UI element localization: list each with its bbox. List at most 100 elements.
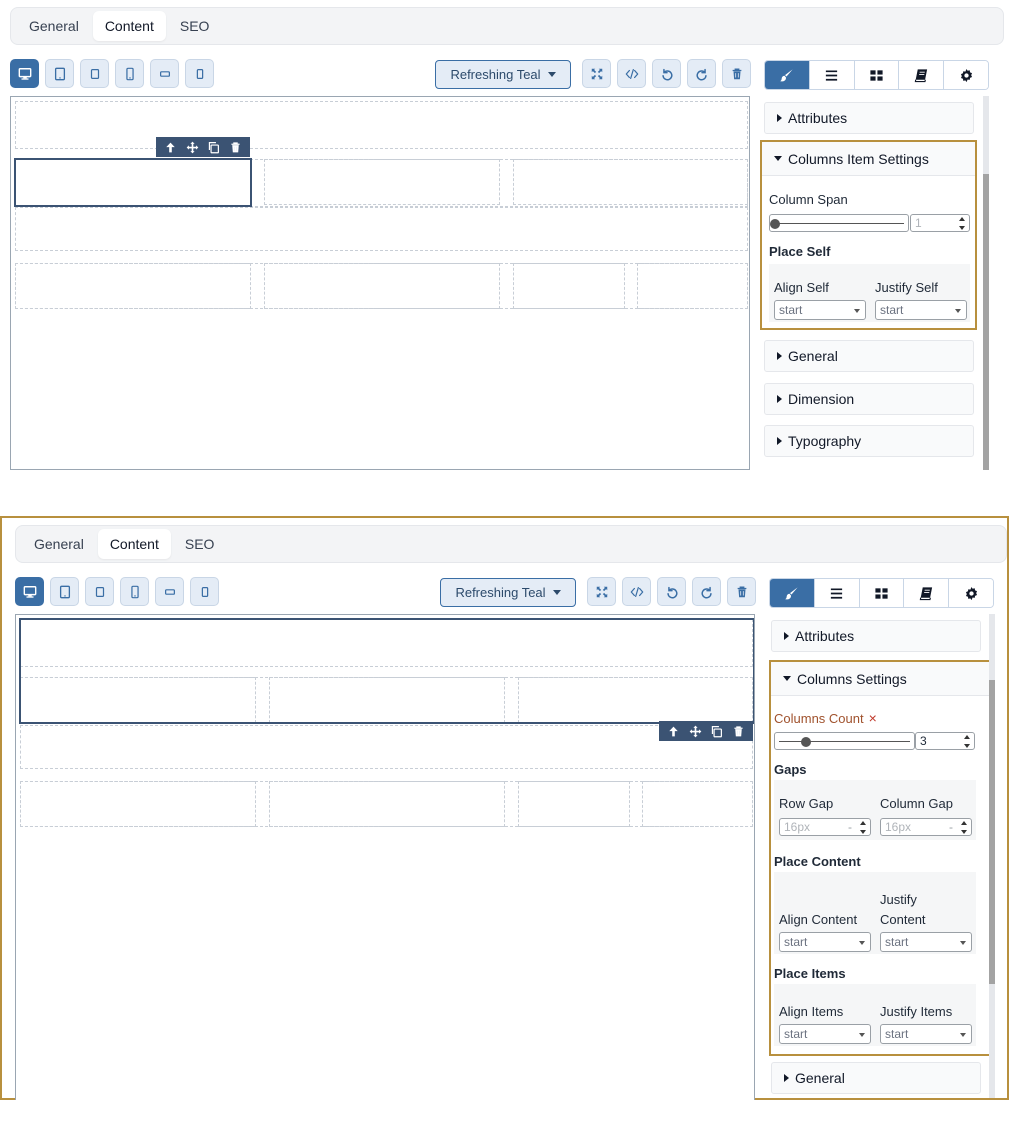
justify-content-select[interactable]: start [880,932,972,952]
redo-button[interactable] [687,59,716,88]
justify-self-select[interactable]: start [875,300,967,320]
settings-section-header[interactable]: Columns Settings [771,662,989,696]
editor-panel-column-item: General Content SEO Refreshing Teal Attr… [0,0,1009,470]
section-attributes[interactable]: Attributes [771,620,981,652]
copy-icon[interactable] [207,141,220,154]
align-content-select[interactable]: start [779,932,871,952]
undo-button[interactable] [657,577,686,606]
tab-settings[interactable] [949,579,993,607]
tab-content[interactable]: Content [92,11,166,41]
canvas-row[interactable] [15,207,748,251]
mobile-landscape-icon [158,67,172,81]
section-attributes[interactable]: Attributes [764,102,974,134]
column-cell[interactable] [15,263,251,309]
move-icon[interactable] [689,725,702,738]
fullscreen-button[interactable] [582,59,611,88]
theme-dropdown-button[interactable]: Refreshing Teal [440,578,576,607]
column-cell[interactable] [264,263,500,309]
tab-layer-manager[interactable] [809,61,855,89]
desktop-icon [18,67,32,81]
device-mobile-small-button[interactable] [185,59,214,88]
device-tablet-button[interactable] [50,577,79,606]
tab-general[interactable]: General [17,11,91,41]
columns-count-label: Columns Count × [774,710,877,726]
tab-content[interactable]: Content [97,529,171,559]
arrow-up-icon[interactable] [164,141,177,154]
canvas-row[interactable] [15,101,748,149]
device-desktop-button[interactable] [10,59,39,88]
section-general[interactable]: General [771,1062,981,1094]
scrollbar-thumb[interactable] [983,174,989,470]
stepper-icon[interactable] [959,217,966,230]
selected-column-outline[interactable] [14,158,252,207]
tab-blocks[interactable] [859,579,905,607]
device-tablet-small-button[interactable] [80,59,109,88]
top-tab-bar: General Content SEO [10,7,1004,45]
editor-canvas[interactable] [15,614,755,1100]
align-items-select[interactable]: start [779,1024,871,1044]
row-gap-input[interactable]: 16px - [779,818,871,836]
clear-canvas-button[interactable] [722,59,751,88]
section-dimension[interactable]: Dimension [764,383,974,415]
trash-icon[interactable] [229,141,242,154]
column-cell[interactable] [513,263,625,309]
section-general[interactable]: General [764,340,974,372]
tab-general[interactable]: General [22,529,96,559]
justify-items-select[interactable]: start [880,1024,972,1044]
fullscreen-button[interactable] [587,577,616,606]
editor-canvas[interactable] [10,96,750,470]
device-tablet-small-button[interactable] [85,577,114,606]
redo-button[interactable] [692,577,721,606]
device-mobile-landscape-button[interactable] [150,59,179,88]
section-typography[interactable]: Typography [764,425,974,457]
tab-settings[interactable] [944,61,988,89]
columns-count-input[interactable]: 3 [915,732,975,750]
scrollbar-thumb[interactable] [989,680,995,984]
tab-style-manager[interactable] [765,61,810,89]
column-cell[interactable] [642,781,753,827]
device-tablet-button[interactable] [45,59,74,88]
clear-canvas-button[interactable] [727,577,756,606]
device-mobile-small-button[interactable] [190,577,219,606]
column-span-input[interactable]: 1 [910,214,970,232]
column-cell[interactable] [518,781,630,827]
trash-icon[interactable] [732,725,745,738]
tab-style-manager[interactable] [770,579,815,607]
column-cell[interactable] [264,159,500,205]
slider-knob[interactable] [770,219,780,229]
selected-columns-outline[interactable] [19,618,754,724]
code-view-button[interactable] [617,59,646,88]
move-icon[interactable] [186,141,199,154]
device-desktop-button[interactable] [15,577,44,606]
column-cell[interactable] [513,159,748,205]
column-cell[interactable] [269,781,505,827]
stepper-icon[interactable] [860,821,867,834]
column-cell[interactable] [637,263,748,309]
theme-dropdown-button[interactable]: Refreshing Teal [435,60,571,89]
caret-right-icon [777,114,782,122]
code-view-button[interactable] [622,577,651,606]
column-gap-input[interactable]: 16px - [880,818,972,836]
canvas-row[interactable] [20,725,753,769]
stepper-icon[interactable] [964,735,971,748]
device-mobile-landscape-button[interactable] [155,577,184,606]
tab-layer-manager[interactable] [814,579,860,607]
tab-seo[interactable]: SEO [168,11,222,41]
columns-count-slider[interactable] [774,732,915,750]
tab-library[interactable] [904,579,950,607]
tab-seo[interactable]: SEO [173,529,227,559]
tab-blocks[interactable] [854,61,900,89]
settings-section-header[interactable]: Columns Item Settings [762,142,975,176]
device-mobile-button[interactable] [120,577,149,606]
undo-button[interactable] [652,59,681,88]
slider-knob[interactable] [801,737,811,747]
arrow-up-icon[interactable] [667,725,680,738]
stepper-icon[interactable] [961,821,968,834]
column-cell[interactable] [20,781,256,827]
tab-library[interactable] [899,61,945,89]
clear-icon[interactable]: × [869,710,877,726]
copy-icon[interactable] [710,725,723,738]
device-mobile-button[interactable] [115,59,144,88]
align-self-select[interactable]: start [774,300,866,320]
column-span-slider[interactable] [769,214,909,232]
